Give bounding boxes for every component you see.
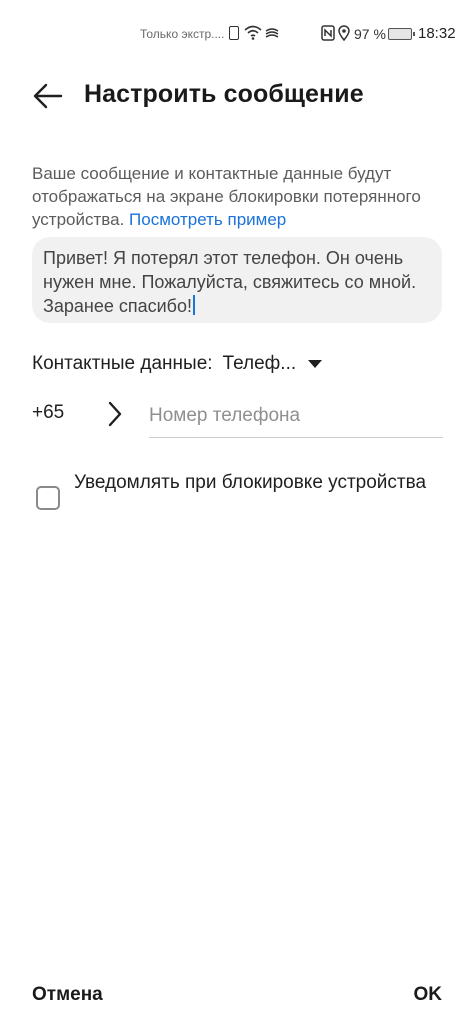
message-input[interactable]: Привет! Я потерял этот телефон. Он очень… bbox=[32, 237, 442, 323]
location-icon bbox=[338, 25, 350, 41]
notify-label: Уведомлять при блокировке устройства bbox=[74, 472, 427, 493]
contact-type-dropdown[interactable]: Телеф... bbox=[223, 353, 323, 375]
text-cursor bbox=[193, 295, 196, 315]
clock: 18:32 bbox=[418, 25, 456, 42]
info-description: Ваше сообщение и контактные данные будут… bbox=[32, 162, 452, 231]
carrier-name: Только экстр.... bbox=[140, 27, 225, 41]
nfc-icon bbox=[321, 25, 335, 41]
sim-card-icon bbox=[229, 26, 239, 40]
contact-type-value: Телеф... bbox=[222, 353, 297, 374]
notify-on-lock-option[interactable]: Уведомлять при блокировке устройства bbox=[34, 466, 454, 530]
arrow-left-icon bbox=[33, 83, 63, 109]
page-title: Настроить сообщение bbox=[84, 80, 364, 108]
battery-percent: 97 % bbox=[354, 26, 386, 42]
cancel-button[interactable]: Отмена bbox=[32, 984, 103, 1006]
ok-button[interactable]: OK bbox=[414, 984, 443, 1006]
battery-icon bbox=[388, 28, 415, 40]
triangle-down-icon bbox=[308, 360, 323, 368]
phone-number-input[interactable] bbox=[149, 394, 443, 438]
country-code[interactable]: +65 bbox=[32, 402, 64, 424]
back-button[interactable] bbox=[28, 78, 68, 114]
hotspot-icon bbox=[265, 28, 279, 38]
view-example-link[interactable]: Посмотреть пример bbox=[129, 210, 286, 229]
wifi-icon bbox=[244, 25, 262, 40]
message-text: Привет! Я потерял этот телефон. Он очень… bbox=[43, 248, 417, 316]
app-header: Настроить сообщение bbox=[0, 68, 474, 124]
contact-details-label: Контактные данные: bbox=[32, 353, 213, 374]
status-bar: Только экстр.... 97 % 18:32 bbox=[0, 0, 474, 68]
chevron-right-icon[interactable] bbox=[106, 400, 124, 428]
contact-details-row: Контактные данные: Телеф... bbox=[32, 350, 323, 378]
notify-checkbox[interactable] bbox=[36, 486, 60, 510]
